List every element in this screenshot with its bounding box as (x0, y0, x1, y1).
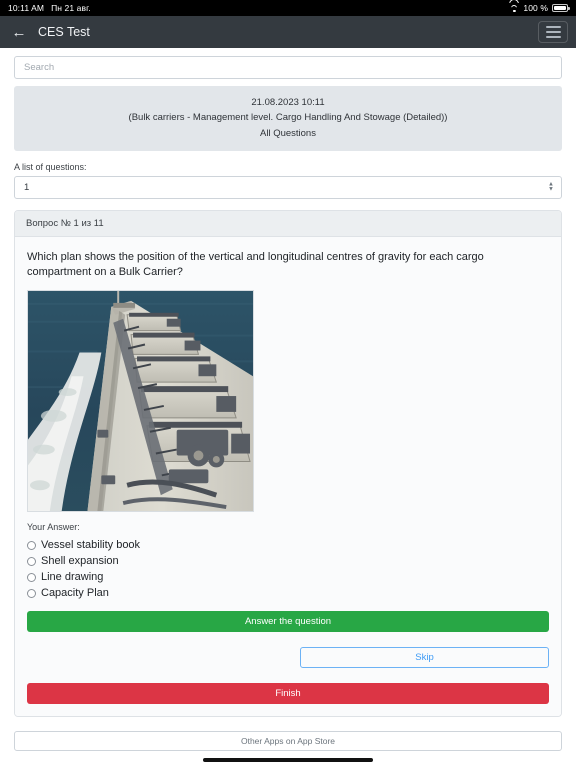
question-list-select[interactable]: 1 (14, 176, 562, 200)
page-title: CES Test (38, 25, 90, 39)
radio-icon[interactable] (27, 572, 36, 582)
finish-button[interactable]: Finish (27, 683, 549, 705)
question-list-selected-value: 1 (24, 182, 30, 194)
app-navbar: ← CES Test (0, 16, 576, 48)
skip-button-row: Skip (27, 647, 549, 669)
question-text: Which plan shows the position of the ver… (27, 251, 484, 279)
page-footer: Other Apps on App Store (0, 731, 576, 768)
answer-question-button[interactable]: Answer the question (27, 611, 549, 633)
question-list-select-wrapper: 1 ▲ ▼ (14, 176, 562, 200)
status-bar-time: 10:11 AM (8, 3, 45, 13)
hamburger-menu-icon[interactable] (538, 21, 568, 43)
bulk-carrier-deck-photo (27, 290, 254, 513)
answer-option-label: Line drawing (41, 571, 104, 584)
answer-option[interactable]: Capacity Plan (27, 587, 549, 599)
chevron-up-down-icon: ▲ ▼ (548, 181, 554, 193)
status-bar-left: 10:11 AM Пн 21 авг. (8, 3, 91, 13)
test-info-panel: 21.08.2023 10:11 (Bulk carriers - Manage… (14, 86, 562, 152)
button-spacer (27, 668, 549, 683)
question-card-body: Which plan shows the position of the ver… (15, 237, 561, 717)
battery-icon (552, 4, 570, 12)
wifi-icon (509, 0, 520, 12)
radio-icon[interactable] (27, 540, 36, 550)
answer-label: Your Answer: (27, 522, 80, 533)
question-counter: Вопрос № 1 из 11 (15, 211, 561, 238)
back-arrow-icon[interactable]: ← (8, 21, 30, 43)
battery-percent-label: 100 % (523, 3, 548, 13)
status-bar-right: 100 % (509, 0, 570, 13)
test-course-name: (Bulk carriers - Management level. Cargo… (128, 112, 448, 124)
home-indicator (203, 758, 373, 762)
skip-button[interactable]: Skip (300, 647, 549, 669)
test-datetime: 21.08.2023 10:11 (251, 97, 325, 108)
status-bar-date: Пн 21 авг. (51, 3, 91, 13)
search-input[interactable] (14, 56, 562, 79)
answer-options: Vessel stability book Shell expansion Li… (27, 539, 549, 599)
answer-option-label: Vessel stability book (41, 539, 141, 552)
radio-icon[interactable] (27, 588, 36, 598)
answer-option[interactable]: Vessel stability book (27, 539, 549, 551)
ios-status-bar: 10:11 AM Пн 21 авг. 100 % (0, 0, 576, 16)
radio-icon[interactable] (27, 556, 36, 566)
answer-option-label: Shell expansion (41, 555, 119, 568)
answer-option-label: Capacity Plan (41, 587, 109, 600)
question-card: Вопрос № 1 из 11 Which plan shows the po… (14, 210, 562, 718)
question-list-label: A list of questions: (14, 162, 87, 173)
answer-option[interactable]: Shell expansion (27, 555, 549, 567)
other-apps-button[interactable]: Other Apps on App Store (14, 731, 562, 751)
answer-option[interactable]: Line drawing (27, 571, 549, 583)
page-content: 21.08.2023 10:11 (Bulk carriers - Manage… (0, 48, 576, 768)
test-scope: All Questions (260, 127, 316, 139)
